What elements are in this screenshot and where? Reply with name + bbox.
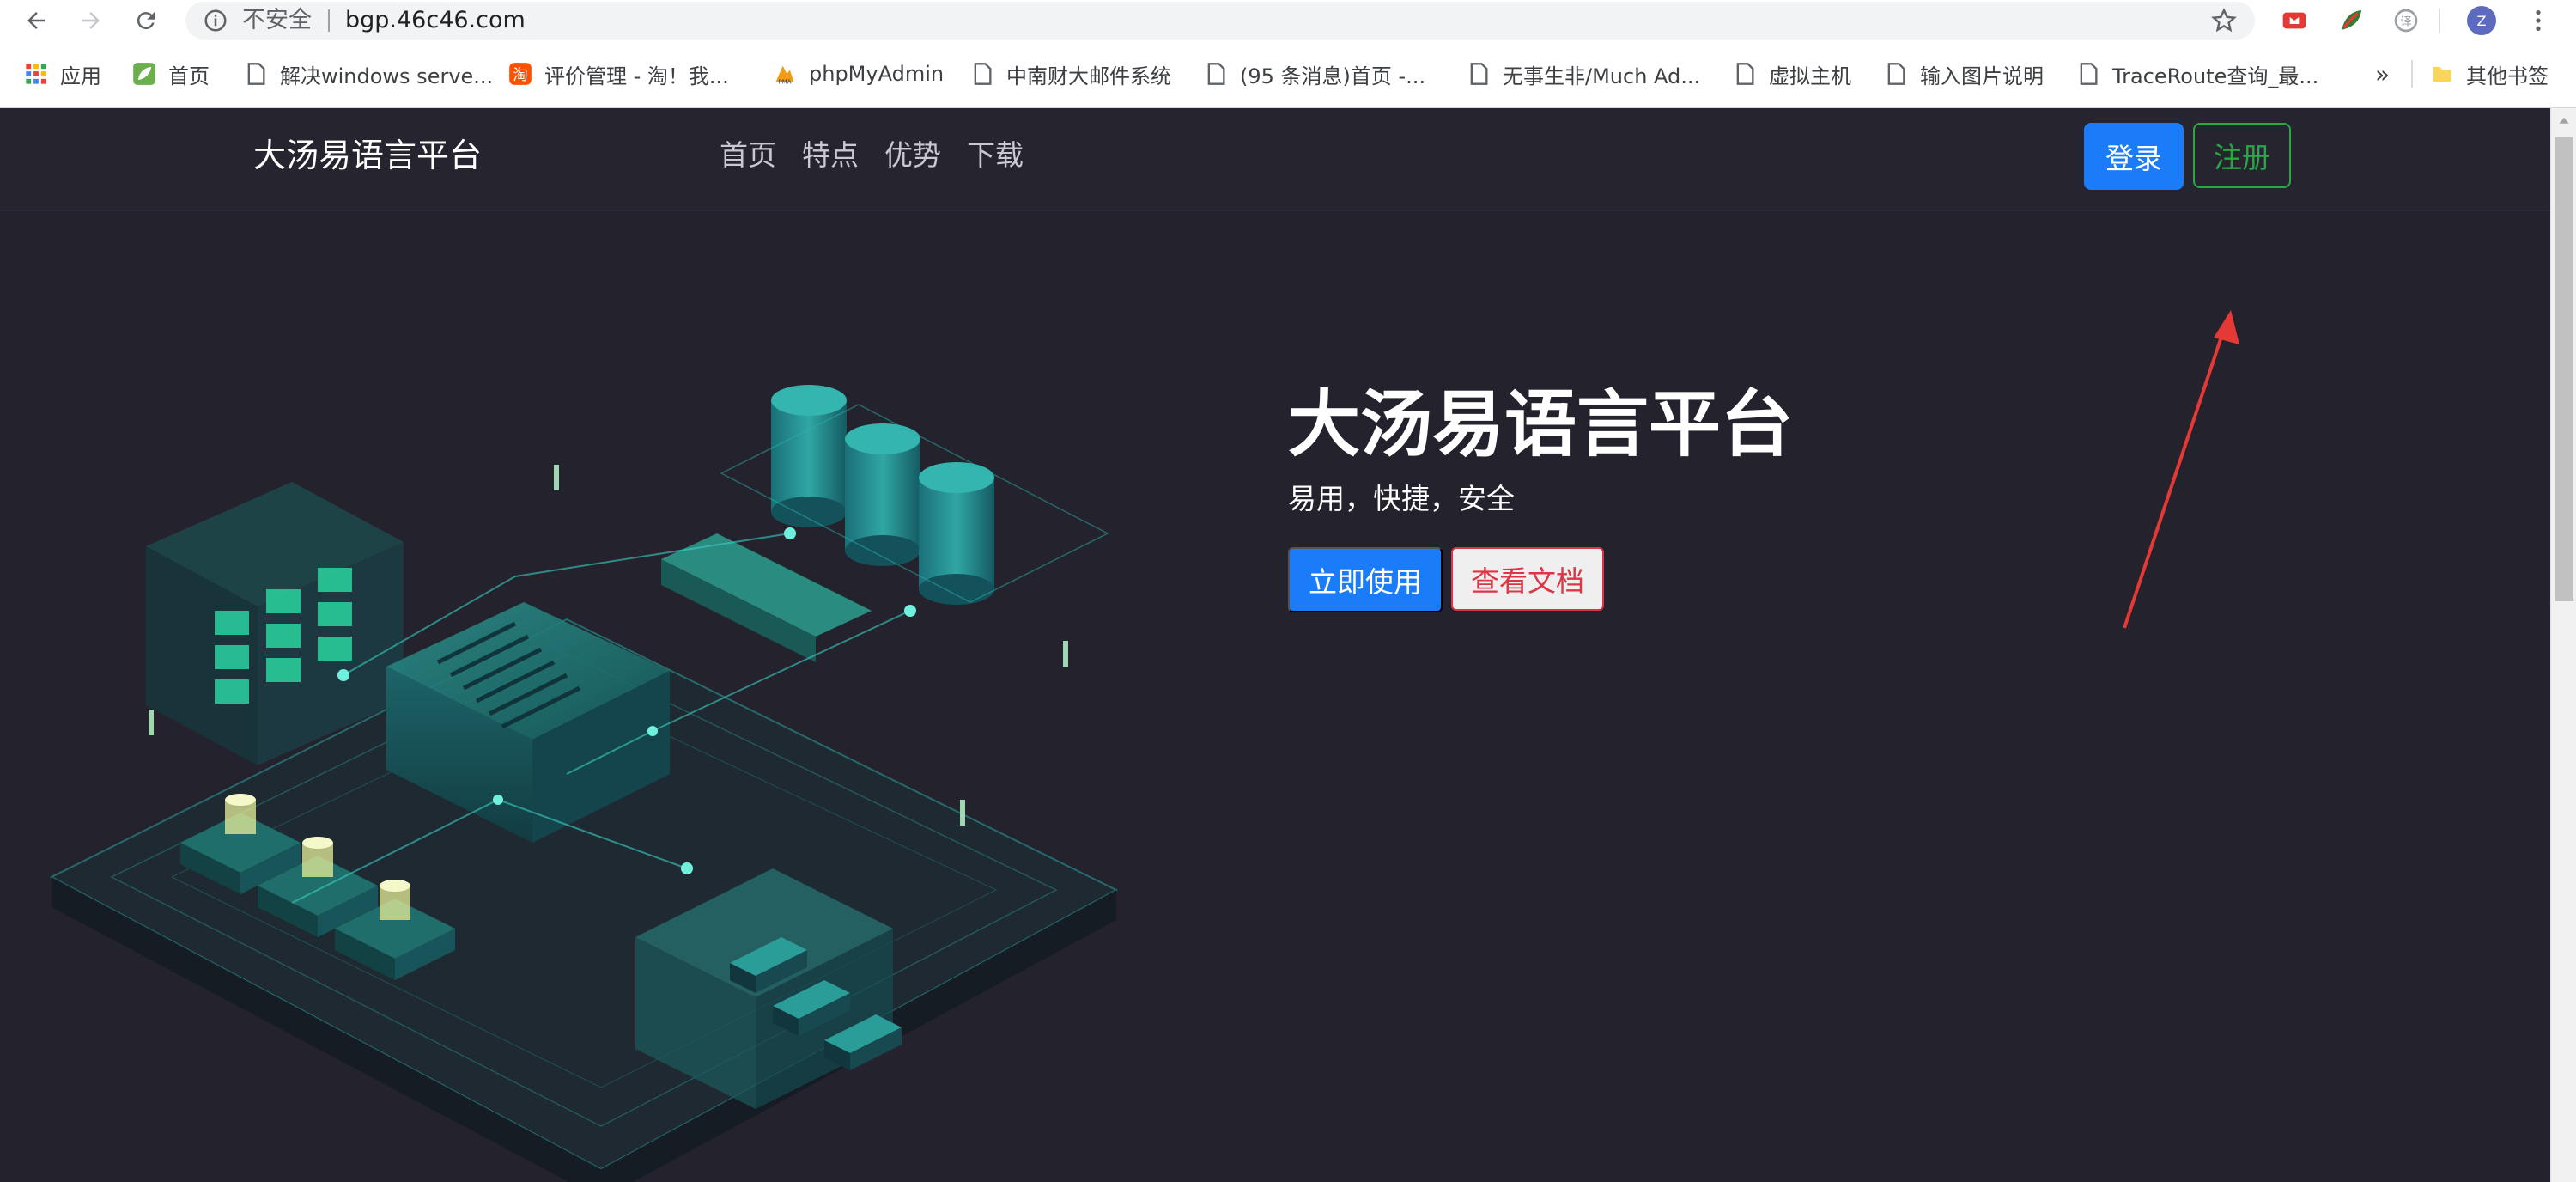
bookmark-label: (95 条消息)首页 -...: [1240, 64, 1426, 88]
nav-features-link[interactable]: 特点: [802, 136, 859, 175]
page-icon: [2080, 63, 2098, 85]
hero-subtitle: 易用，快捷，安全: [1288, 482, 1515, 515]
page-icon: [1887, 63, 1905, 85]
page-icon: [974, 63, 992, 85]
arrow-right-icon: [82, 12, 100, 29]
phpmyadmin-icon: PMA: [775, 65, 794, 86]
annotation-arrow-icon: [2123, 310, 2239, 629]
scroll-up-arrow-icon[interactable]: [2551, 108, 2576, 134]
datacenter-illustration: [49, 385, 1119, 1182]
profile-initial: Z: [2477, 13, 2487, 29]
site-brand[interactable]: 大汤易语言平台: [253, 134, 482, 177]
view-docs-button[interactable]: 查看文档: [1451, 547, 1604, 611]
bookmarks-overflow-button[interactable]: »: [2375, 58, 2390, 89]
web-page: 大汤易语言平台 首页 特点 优势 下载 登录 注册 大汤易语言平台 易用，快捷，…: [0, 108, 2550, 1182]
bookmark-label: 输入图片说明: [1920, 64, 2044, 88]
security-label[interactable]: 不安全: [242, 6, 312, 35]
url-text[interactable]: bgp.46c46.com: [345, 6, 526, 35]
bookmark-label: 首页: [168, 64, 210, 88]
database-cylinders: [771, 385, 994, 605]
bookmark-label: 虚拟主机: [1769, 64, 1851, 88]
toolbar-divider: [2439, 9, 2440, 33]
browser-menu-button[interactable]: [2523, 5, 2554, 36]
svg-text:PMA: PMA: [778, 79, 791, 86]
bookmark-home[interactable]: 首页: [132, 58, 210, 89]
back-button[interactable]: [17, 2, 55, 40]
reload-icon: [137, 12, 155, 30]
page-icon: [247, 63, 265, 85]
svg-text:淘: 淘: [513, 67, 528, 84]
reload-button[interactable]: [127, 2, 165, 40]
bookmark-label: 中南财大邮件系统: [1006, 64, 1171, 88]
extension-translate-icon[interactable]: 译: [2391, 5, 2421, 36]
nav-home-link[interactable]: 首页: [720, 136, 776, 175]
leaf-icon: [133, 63, 155, 85]
bookmark-windows-server[interactable]: 解决windows serve...: [244, 58, 493, 89]
info-icon[interactable]: [203, 8, 228, 34]
page-icon: [1470, 63, 1488, 85]
login-button[interactable]: 登录: [2084, 123, 2184, 190]
bookmark-label: 无事生非/Much Ad...: [1503, 64, 1701, 88]
extension-red-icon[interactable]: [2279, 5, 2310, 36]
nav-download-link[interactable]: 下载: [967, 136, 1024, 175]
bookmark-traceroute[interactable]: TraceRoute查询_最...: [2076, 58, 2318, 89]
bookmark-zuel-mail[interactable]: 中南财大邮件系统: [970, 58, 1171, 89]
bookmark-messages[interactable]: (95 条消息)首页 -...: [1204, 58, 1425, 89]
svg-text:译: 译: [2400, 15, 2411, 28]
bookmark-label: 解决windows serve...: [280, 64, 494, 88]
bookmarks-divider: [2411, 60, 2413, 88]
site-header: 大汤易语言平台 首页 特点 优势 下载 登录 注册: [0, 108, 2550, 211]
start-using-button[interactable]: 立即使用: [1288, 547, 1443, 612]
extension-leaf-icon[interactable]: [2336, 5, 2366, 36]
page-icon: [1736, 63, 1754, 85]
address-bar[interactable]: 不安全 bgp.46c46.com: [185, 2, 2255, 40]
page-scrollbar[interactable]: [2550, 108, 2576, 1182]
profile-avatar[interactable]: Z: [2466, 5, 2497, 36]
bookmarks-bar: 应用 首页 解决windows serve... 淘 评价管理 - 淘！我...…: [0, 41, 2576, 108]
other-bookmarks-folder[interactable]: 其他书签: [2430, 58, 2549, 89]
scrollbar-thumb[interactable]: [2555, 137, 2573, 601]
bookmark-taobao[interactable]: 淘 评价管理 - 淘！我...: [508, 58, 729, 89]
bookmark-label: phpMyAdmin: [809, 62, 945, 86]
bookmark-phpmyadmin[interactable]: PMA phpMyAdmin: [773, 58, 944, 89]
bookmark-star-icon[interactable]: [2210, 7, 2238, 34]
arrow-left-icon: [27, 12, 45, 29]
bookmark-virtual-host[interactable]: 虚拟主机: [1733, 58, 1851, 89]
bookmark-much-ado[interactable]: 无事生非/Much Ad...: [1467, 58, 1700, 89]
bookmark-label: TraceRoute查询_最...: [2112, 64, 2319, 88]
bookmark-image-caption[interactable]: 输入图片说明: [1884, 58, 2044, 89]
nav-advantages-link[interactable]: 优势: [884, 136, 941, 175]
taobao-icon: 淘: [509, 63, 532, 85]
omnibox-divider: [328, 9, 330, 32]
bookmark-label: 其他书签: [2466, 64, 2549, 88]
folder-icon: [2433, 66, 2451, 82]
hero-title: 大汤易语言平台: [1288, 382, 1794, 466]
apps-grid-icon: [26, 64, 46, 84]
bookmark-label: 应用: [60, 64, 101, 88]
browser-toolbar: 不安全 bgp.46c46.com 译 Z: [0, 0, 2576, 41]
kebab-menu-icon: [2536, 10, 2541, 31]
bookmark-label: 评价管理 - 淘！我...: [544, 64, 729, 88]
forward-button[interactable]: [72, 2, 110, 40]
page-icon: [1207, 63, 1225, 85]
bookmark-apps[interactable]: 应用: [24, 58, 101, 89]
register-button[interactable]: 注册: [2193, 123, 2291, 188]
